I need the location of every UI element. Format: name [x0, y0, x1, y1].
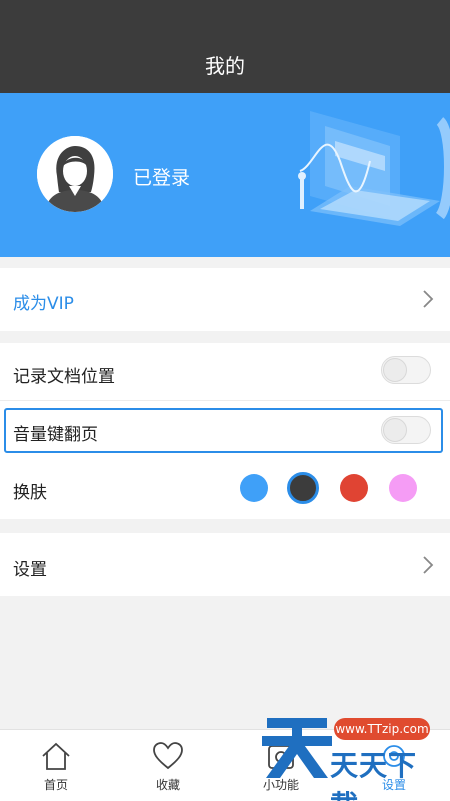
tab-home[interactable]: 首页	[0, 730, 112, 801]
home-icon	[42, 742, 70, 770]
profile-banner[interactable]: 已登录	[0, 93, 450, 257]
login-status: 已登录	[133, 167, 191, 189]
skin-swatch-blue[interactable]	[240, 474, 268, 502]
watermark-url: www.TTzip.com	[334, 718, 430, 740]
settings-label: 设置	[13, 560, 47, 580]
heart-icon	[153, 742, 183, 770]
options-group: 记录文档位置 音量键翻页 换肤	[0, 343, 450, 519]
skin-label: 换肤	[13, 483, 47, 503]
remember-position-toggle[interactable]	[381, 356, 431, 384]
watermark: www.TTzip.com 天天下載	[262, 712, 432, 801]
toggle-knob	[383, 358, 407, 382]
remember-position-row: 记录文档位置	[0, 343, 450, 401]
user-avatar-icon	[37, 136, 113, 212]
watermark-logo-icon	[262, 718, 332, 778]
skin-swatch-pink[interactable]	[389, 474, 417, 502]
skin-swatch-red[interactable]	[340, 474, 368, 502]
remember-position-label: 记录文档位置	[13, 367, 115, 387]
become-vip-row[interactable]: 成为VIP	[0, 268, 450, 331]
volume-key-page-label: 音量键翻页	[13, 425, 98, 445]
become-vip-label: 成为VIP	[13, 294, 74, 314]
title-bar: 我的	[0, 0, 450, 93]
page-title: 我的	[205, 54, 245, 78]
avatar[interactable]	[37, 136, 113, 212]
skin-row: 换肤	[0, 459, 450, 519]
volume-key-page-row: 音量键翻页	[4, 408, 443, 453]
skin-swatch-dark[interactable]	[287, 472, 319, 504]
tab-home-label: 首页	[43, 778, 68, 792]
chevron-right-icon	[423, 290, 434, 308]
volume-key-page-toggle[interactable]	[381, 416, 431, 444]
toggle-knob	[383, 418, 407, 442]
chevron-right-icon	[423, 556, 434, 574]
tab-favorites[interactable]: 收藏	[112, 730, 224, 801]
tab-favorites-label: 收藏	[155, 778, 180, 792]
watermark-text: 天天下載	[330, 749, 418, 801]
settings-row[interactable]: 设置	[0, 533, 450, 596]
laptop-illustration-icon	[298, 111, 450, 226]
